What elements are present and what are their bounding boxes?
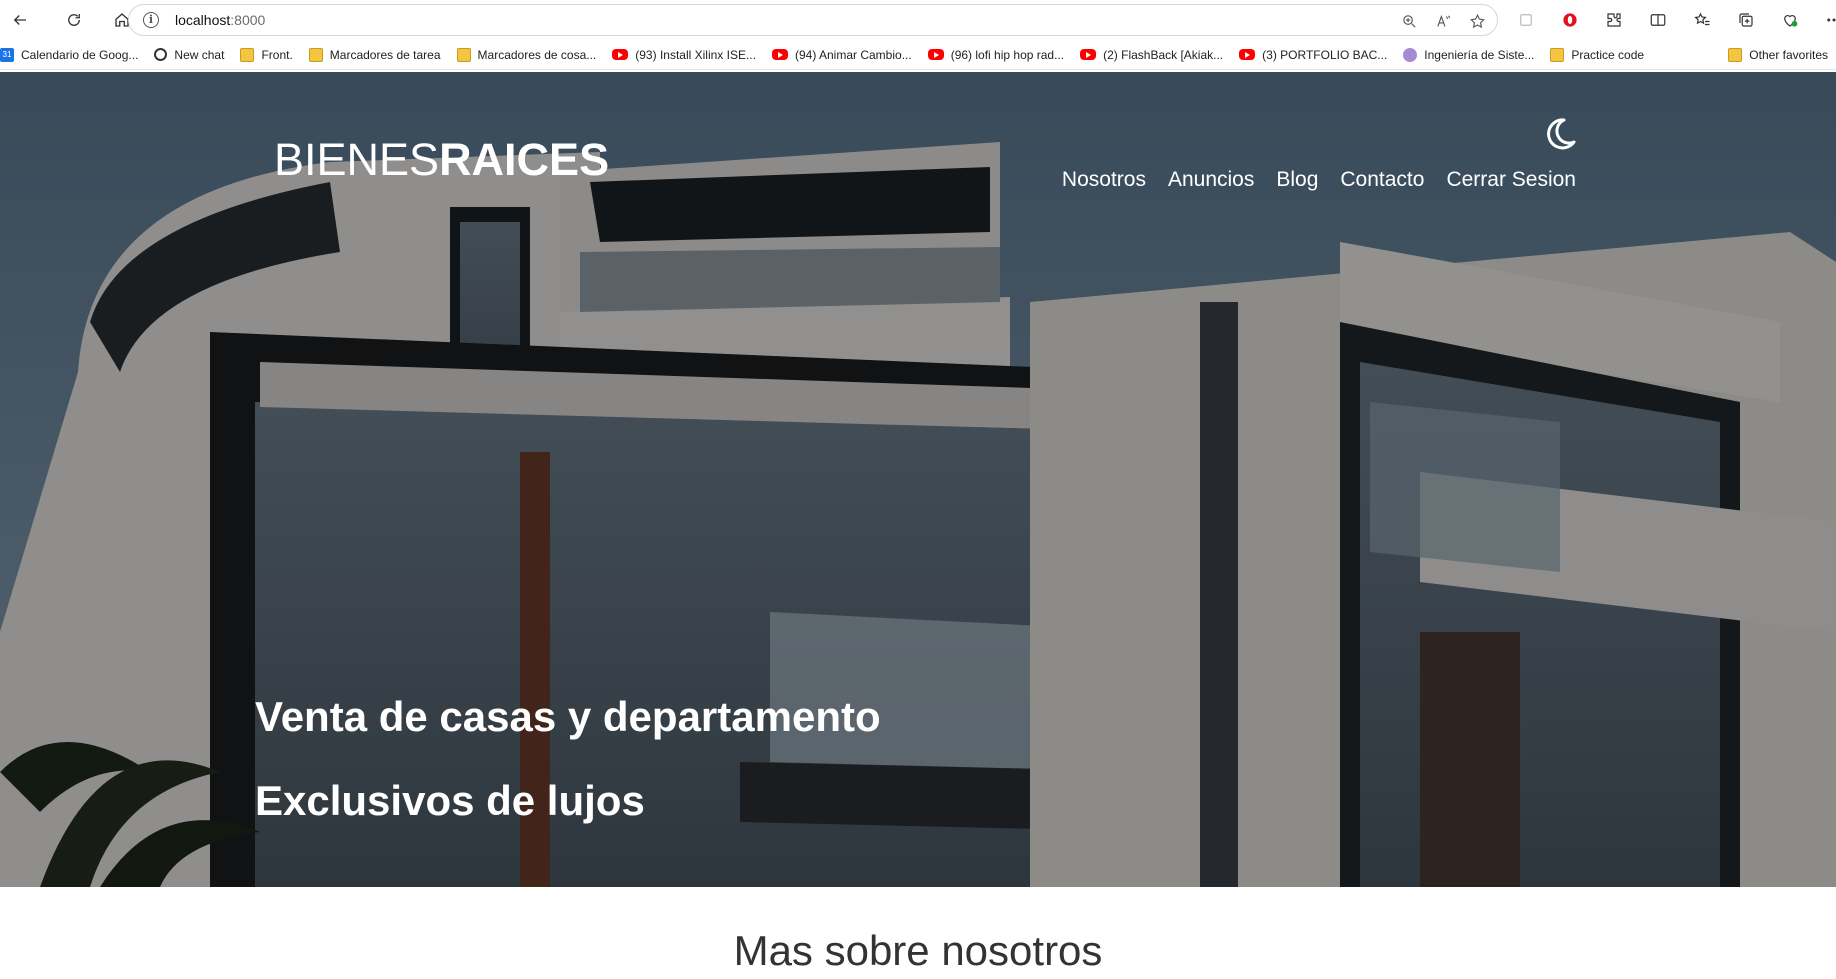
logo-light-text: BIENES <box>274 134 440 185</box>
bookmark-calendario[interactable]: 31 Calendario de Goog... <box>0 42 146 68</box>
youtube-icon <box>612 49 629 60</box>
zoom-icon[interactable] <box>1397 9 1421 33</box>
bookmark-practice-code[interactable]: Practice code <box>1542 42 1652 68</box>
nav-link-contacto[interactable]: Contacto <box>1340 168 1424 192</box>
nav-link-nosotros[interactable]: Nosotros <box>1062 168 1146 192</box>
dark-mode-toggle[interactable] <box>1540 114 1580 154</box>
nav-link-blog[interactable]: Blog <box>1276 168 1318 192</box>
youtube-icon <box>771 49 788 60</box>
more-menu-icon[interactable] <box>1816 2 1836 38</box>
folder-icon <box>1550 47 1565 62</box>
reload-icon[interactable] <box>54 0 94 40</box>
bookmark-label: Practice code <box>1571 47 1645 62</box>
youtube-icon <box>927 49 944 60</box>
browser-essentials-icon[interactable] <box>1772 2 1808 38</box>
youtube-icon <box>1239 49 1256 60</box>
bookmark-animar[interactable]: (94) Animar Cambio... <box>764 42 920 68</box>
collections-icon[interactable] <box>1728 2 1764 38</box>
bookmark-label: (2) FlashBack [Akiak... <box>1103 47 1224 62</box>
bookmark-marcadores-cosa[interactable]: Marcadores de cosa... <box>449 42 605 68</box>
bookmark-label: Marcadores de tarea <box>329 47 441 62</box>
bookmark-label: (94) Animar Cambio... <box>794 47 912 62</box>
split-screen-icon[interactable] <box>1640 2 1676 38</box>
bookmark-label: Ingeniería de Siste... <box>1424 47 1535 62</box>
folder-icon <box>240 47 255 62</box>
university-icon <box>1403 47 1418 62</box>
calendar-icon: 31 <box>0 47 14 62</box>
nav-link-cerrar-sesion[interactable]: Cerrar Sesion <box>1446 168 1576 192</box>
bookmark-lofi[interactable]: (96) lofi hip hop rad... <box>920 42 1072 68</box>
browser-toolbar: i localhost:8000 <box>0 0 1836 40</box>
site-info-icon[interactable]: i <box>143 12 159 28</box>
site-logo[interactable]: BIENESRAICES <box>274 134 609 186</box>
youtube-icon <box>1080 49 1097 60</box>
extension-placeholder-icon[interactable] <box>1508 2 1544 38</box>
back-icon[interactable] <box>0 0 40 40</box>
bookmark-label: Front. <box>261 47 293 62</box>
bookmark-portfolio[interactable]: (3) PORTFOLIO BAC... <box>1231 42 1395 68</box>
favorites-icon[interactable] <box>1684 2 1720 38</box>
hero-section: BIENESRAICES Nosotros Anuncios Blog Cont… <box>0 72 1836 887</box>
favorite-star-icon[interactable] <box>1465 9 1489 33</box>
bookmark-new-chat[interactable]: New chat <box>146 42 232 68</box>
chat-icon <box>154 48 168 61</box>
folder-icon <box>456 47 471 62</box>
logo-bold-text: RAICES <box>439 134 610 185</box>
hero-heading-line-2: Exclusivos de lujos <box>255 777 645 824</box>
url-host: localhost <box>175 12 231 28</box>
folder-icon <box>308 47 323 62</box>
bookmark-label: (96) lofi hip hop rad... <box>950 47 1065 62</box>
bookmark-label: Other favorites <box>1749 47 1828 62</box>
bookmark-xilinx[interactable]: (93) Install Xilinx ISE... <box>604 42 764 68</box>
folder-icon <box>1728 47 1743 62</box>
section-title-about: Mas sobre nosotros <box>733 927 1103 974</box>
bookmarks-bar: 31 Calendario de Goog... New chat Front.… <box>0 40 1836 70</box>
read-aloud-icon[interactable] <box>1431 9 1455 33</box>
bookmark-flashback[interactable]: (2) FlashBack [Akiak... <box>1072 42 1231 68</box>
bookmark-front[interactable]: Front. <box>232 42 300 68</box>
url-text[interactable]: localhost:8000 <box>175 12 265 28</box>
url-port: :8000 <box>230 12 266 28</box>
bookmark-label: (3) PORTFOLIO BAC... <box>1262 47 1388 62</box>
address-bar[interactable]: i localhost:8000 <box>128 4 1498 36</box>
bookmark-label: New chat <box>174 47 225 62</box>
nav-link-anuncios[interactable]: Anuncios <box>1168 168 1254 192</box>
bookmark-label: Marcadores de cosa... <box>477 47 597 62</box>
bookmark-label: Calendario de Goog... <box>21 47 139 62</box>
bookmark-marcadores-tarea[interactable]: Marcadores de tarea <box>301 42 449 68</box>
extensions-icon[interactable] <box>1596 2 1632 38</box>
bookmark-label: (93) Install Xilinx ISE... <box>635 47 756 62</box>
bookmark-ingenieria[interactable]: Ingeniería de Siste... <box>1395 42 1542 68</box>
moon-icon <box>1547 118 1576 150</box>
opera-icon[interactable] <box>1552 2 1588 38</box>
hero-heading: Venta de casas y departamento Exclusivos… <box>255 675 881 843</box>
main-navigation: Nosotros Anuncios Blog Contacto Cerrar S… <box>1062 168 1576 192</box>
hero-heading-line-1: Venta de casas y departamento <box>255 693 881 740</box>
bookmark-other-favorites[interactable]: Other favorites <box>1720 42 1836 68</box>
